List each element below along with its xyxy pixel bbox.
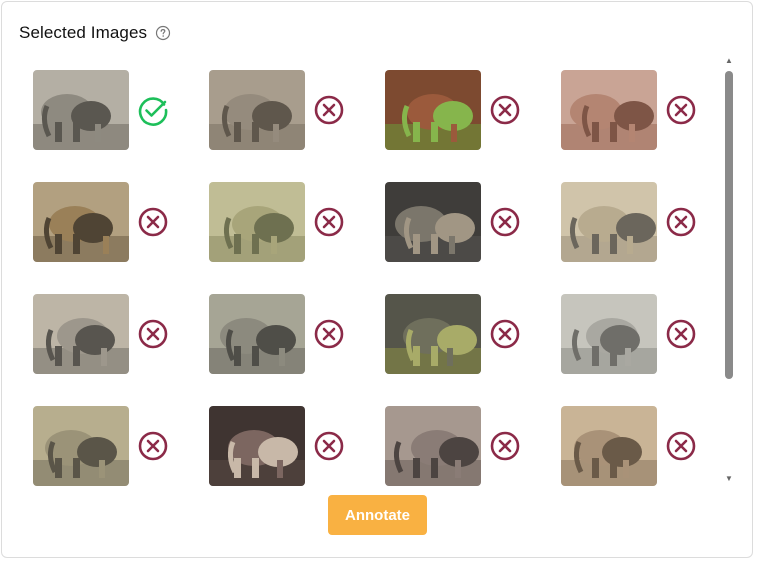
elephant-thumbnail[interactable] [561,406,657,486]
elephant-thumbnail[interactable] [33,182,129,262]
image-item [561,406,701,487]
image-item [561,294,701,376]
image-item [209,182,349,264]
elephant-thumbnail[interactable] [209,294,305,374]
panel-title: Selected Images [19,23,148,42]
x-circle-icon[interactable] [137,318,169,350]
elephant-thumbnail[interactable] [385,406,481,486]
x-circle-icon[interactable] [313,94,345,126]
image-item [385,182,525,264]
image-item [33,70,173,152]
x-circle-icon[interactable] [489,430,521,462]
elephant-thumbnail[interactable] [33,70,129,150]
elephant-thumbnail[interactable] [561,294,657,374]
annotate-button[interactable]: Annotate [328,495,427,535]
image-item [209,70,349,152]
x-circle-icon[interactable] [489,94,521,126]
image-item [33,406,173,487]
elephant-thumbnail[interactable] [385,70,481,150]
image-item [385,70,525,152]
image-item [385,406,525,487]
x-circle-icon[interactable] [665,94,697,126]
panel-header: Selected Images [19,23,171,43]
elephant-thumbnail[interactable] [209,70,305,150]
elephant-thumbnail[interactable] [561,182,657,262]
image-item [561,182,701,264]
image-item [209,294,349,376]
elephant-thumbnail[interactable] [209,406,305,486]
x-circle-icon[interactable] [137,430,169,462]
x-circle-icon[interactable] [489,318,521,350]
image-item [561,70,701,152]
x-circle-icon[interactable] [313,430,345,462]
check-circle-icon[interactable] [137,94,169,126]
elephant-thumbnail[interactable] [385,182,481,262]
help-icon[interactable] [155,25,171,41]
image-grid [33,69,713,487]
image-item [33,182,173,264]
elephant-thumbnail[interactable] [33,406,129,486]
elephant-thumbnail[interactable] [33,294,129,374]
elephant-thumbnail[interactable] [209,182,305,262]
scroll-down-arrow-icon[interactable]: ▼ [725,475,733,483]
scrollbar-thumb[interactable] [725,71,733,379]
x-circle-icon[interactable] [665,206,697,238]
x-circle-icon[interactable] [137,206,169,238]
x-circle-icon[interactable] [665,318,697,350]
vertical-scrollbar[interactable]: ▲ ▼ [723,55,735,485]
image-item [385,294,525,376]
x-circle-icon[interactable] [313,206,345,238]
x-circle-icon[interactable] [665,430,697,462]
x-circle-icon[interactable] [489,206,521,238]
image-item [33,294,173,376]
elephant-thumbnail[interactable] [561,70,657,150]
elephant-thumbnail[interactable] [385,294,481,374]
image-item [209,406,349,487]
scroll-up-arrow-icon[interactable]: ▲ [725,57,733,65]
x-circle-icon[interactable] [313,318,345,350]
